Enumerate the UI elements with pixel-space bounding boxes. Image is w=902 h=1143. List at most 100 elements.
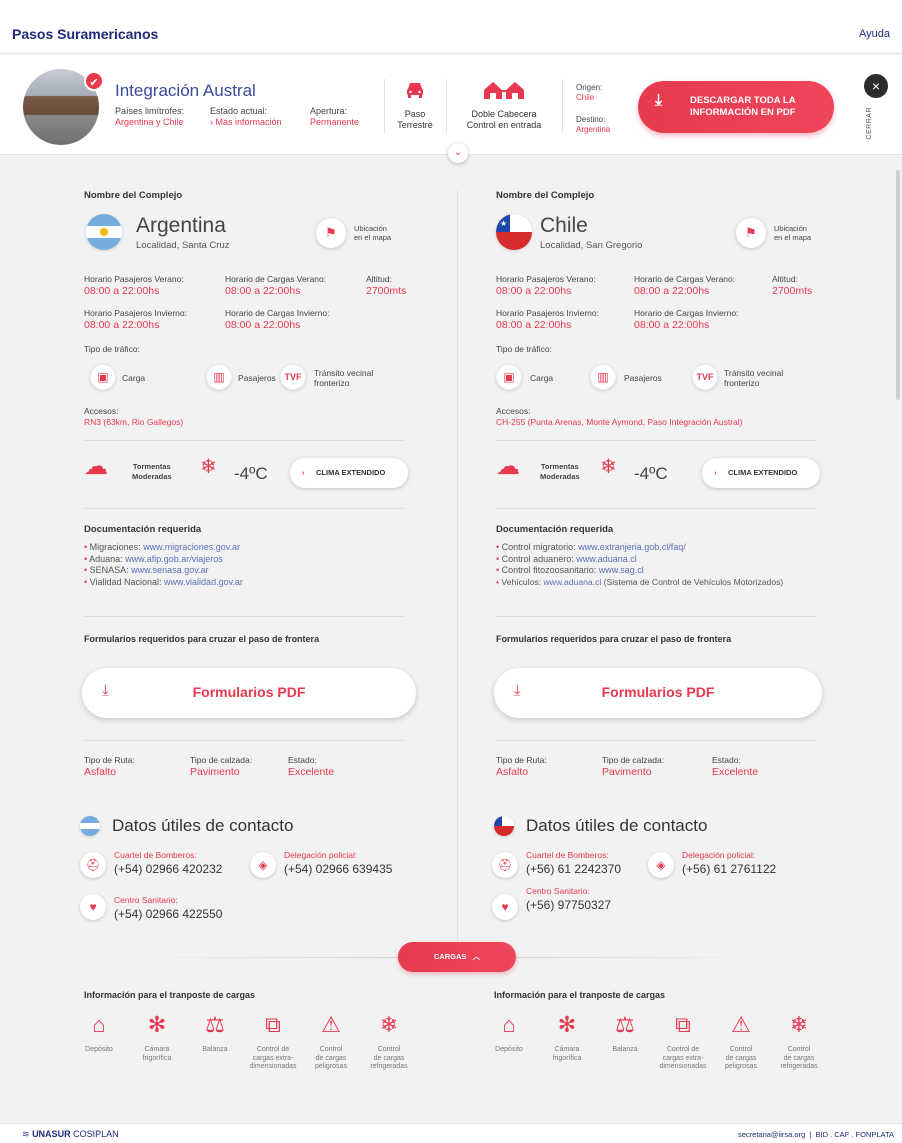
- formularios-pdf-button[interactable]: ⤓ Formularios PDF: [494, 668, 822, 718]
- close-label[interactable]: CERRAR: [866, 107, 873, 140]
- complex-title: Nombre del Complejo: [84, 190, 183, 201]
- cargas-item-label: Control de cargas extra-dimensionadas: [659, 1046, 707, 1070]
- apertura-field: Apertura: Permanente: [310, 106, 359, 128]
- clima-extendido-button[interactable]: › CLIMA EXTENDIDO: [290, 458, 408, 488]
- warehouse-icon: ⌂: [92, 1012, 106, 1037]
- contact-email-link[interactable]: secretaria@iirsa.org: [738, 1130, 805, 1139]
- contact-title: Datos útiles de contacto: [526, 816, 708, 835]
- traffic-title: Tipo de tráfico:: [496, 344, 552, 354]
- list-item: Aduana: www.afip.gob.ar/viajeros: [84, 554, 243, 566]
- bomberos-label: Cuartel de Bomberos:: [526, 850, 609, 860]
- policia-phone[interactable]: (+56) 61 2761122: [682, 862, 776, 876]
- fire-helmet-icon: ⛑: [80, 852, 106, 878]
- cargas-item: ⚠ Control de cargas peligrosas: [304, 1010, 358, 1072]
- cargas-item: ⚠ Control de cargas peligrosas: [714, 1010, 768, 1072]
- double-house-icon: [452, 79, 556, 109]
- formularios-pdf-button[interactable]: ⤓ Formularios PDF: [82, 668, 416, 718]
- doc-link[interactable]: www.afip.gob.ar/viajeros: [125, 554, 223, 564]
- tipo-calzada: Tipo de calzada: Pavimento: [602, 755, 665, 778]
- clima-extendido-button[interactable]: › CLIMA EXTENDIDO: [702, 458, 820, 488]
- download-all-pdf-button[interactable]: ⤓ DESCARGAR TODA LA INFORMACIÓN EN PDF: [638, 81, 834, 133]
- more-info-link[interactable]: › Más información: [210, 117, 282, 128]
- pass-header: ✔ Integración Austral Países limítrofes:…: [0, 55, 902, 163]
- help-link[interactable]: Ayuda: [859, 28, 890, 40]
- origen-value: Chile: [576, 93, 595, 102]
- doble-line1: Doble Cabecera: [471, 109, 537, 119]
- brand-title[interactable]: Pasos Suramericanos: [12, 26, 158, 42]
- chevron-down-icon[interactable]: ⌄: [448, 143, 468, 163]
- doc-link[interactable]: www.senasa.gov.ar: [131, 565, 208, 575]
- cargas-item-label: Cámara frigorífica: [142, 1046, 172, 1062]
- estado-field: Estado actual: › Más información: [210, 106, 282, 128]
- paso-line1: Paso: [404, 109, 426, 119]
- footer-brand[interactable]: ≋ UNASUR COSIPLAN: [22, 1129, 119, 1140]
- bomberos-phone[interactable]: (+54) 02966 420232: [114, 862, 222, 876]
- cargas-item: ⧉ Control de cargas extra-dimensionadas: [656, 1010, 710, 1072]
- map-label[interactable]: Ubicación en el mapa: [354, 224, 391, 242]
- truck-icon: ▣: [496, 364, 522, 390]
- cargas-item-label: Balanza: [612, 1046, 638, 1053]
- hp-invierno: Horario Pasajeros Invierno: 08:00 a 22:00…: [84, 308, 187, 331]
- map-flag-icon[interactable]: ⚑: [736, 218, 766, 248]
- storm-cloud-icon: ☁: [496, 453, 520, 480]
- health-heart-icon: ♥: [492, 894, 518, 920]
- refrigerated-cargo-icon: ❄: [379, 1012, 399, 1037]
- hazard-cargo-icon: ⚠: [731, 1012, 751, 1037]
- snowflake-icon: ✻: [147, 1012, 167, 1037]
- scale-icon: ⚖: [615, 1012, 635, 1037]
- tvf-icon: TVF: [280, 364, 306, 390]
- destino-label: Destino:: [576, 115, 606, 124]
- map-flag-icon[interactable]: ⚑: [316, 218, 346, 248]
- footer-links: secretaria@iirsa.org | BID . CAF . FONPL…: [738, 1130, 894, 1139]
- doc-link[interactable]: www.migraciones.gov.ar: [143, 542, 240, 552]
- docs-title: Documentación requerida: [84, 524, 202, 535]
- map-label[interactable]: Ubicación en el mapa: [774, 224, 811, 242]
- doc-link[interactable]: www.sag.cl: [599, 565, 644, 575]
- traffic-tvf: Tránsito vecinal fronterizo: [724, 368, 784, 388]
- doc-link[interactable]: www.vialidad.gov.ar: [164, 577, 243, 587]
- bomberos-phone[interactable]: (+56) 61 2242370: [526, 862, 621, 876]
- health-heart-icon: ♥: [80, 894, 106, 920]
- locality: Localidad, San Gregorio: [540, 240, 643, 251]
- snowflake-icon: ✻: [557, 1012, 577, 1037]
- paises-value: Argentina y Chile: [115, 117, 184, 127]
- scrollbar[interactable]: [896, 170, 900, 400]
- temperature: -4ºC: [634, 464, 668, 483]
- divider: [84, 616, 404, 617]
- hc-verano: Horario de Cargas Verano: 08:00 a 22:00hs: [634, 274, 736, 297]
- tipo-ruta: Tipo de Ruta: Asfalto: [496, 755, 547, 778]
- policia-phone[interactable]: (+54) 02966 639435: [284, 862, 392, 876]
- traffic-tvf: Tránsito vecinal fronterizo: [314, 368, 374, 388]
- close-icon[interactable]: ×: [864, 74, 888, 98]
- chevron-up-icon: ︿: [472, 952, 481, 961]
- estado-ruta: Estado: Excelente: [288, 755, 335, 778]
- policia-label: Delegación policial:: [284, 850, 358, 860]
- divider: [496, 508, 816, 509]
- more-info-label: Más información: [215, 117, 282, 127]
- cargas-item: ✻ Cámara frigorífica: [130, 1010, 184, 1063]
- hc-verano: Horario de Cargas Verano: 08:00 a 22:00hs: [225, 274, 327, 297]
- divider: [562, 79, 563, 133]
- divider: [84, 508, 404, 509]
- doc-link[interactable]: www.aduana.cl: [576, 554, 637, 564]
- doc-link[interactable]: www.extranjeria.gob.cl/faq/: [578, 542, 686, 552]
- origin-destination: Origen: Chile Destino: Argentina: [576, 83, 610, 135]
- top-bar: Pasos Suramericanos Ayuda: [0, 0, 902, 54]
- tvf-icon: TVF: [692, 364, 718, 390]
- paso-terrestre: Paso Terrestre: [392, 79, 438, 131]
- fire-helmet-icon: ⛑: [492, 852, 518, 878]
- partners-text: BID . CAF . FONPLATA: [815, 1130, 894, 1139]
- list-item: Migraciones: www.migraciones.gov.ar: [84, 542, 243, 554]
- unasur-logo-icon: ≋: [22, 1129, 30, 1139]
- cargas-toggle-button[interactable]: CARGAS ︿: [398, 942, 516, 972]
- chevron-right-icon: ›: [714, 468, 717, 477]
- estado-ruta: Estado: Excelente: [712, 755, 759, 778]
- sanitario-phone[interactable]: (+54) 02966 422550: [114, 907, 222, 921]
- cargas-item: ❄ Control de cargas refrigeradas: [362, 1010, 416, 1072]
- chile-flag-icon: [494, 816, 514, 836]
- docs-list: Migraciones: www.migraciones.gov.ar Adua…: [84, 542, 243, 588]
- check-icon: ✔: [84, 71, 104, 91]
- divider: [84, 740, 404, 741]
- sanitario-phone[interactable]: (+56) 97750327: [526, 898, 611, 912]
- doc-link[interactable]: www.aduana.cl: [543, 577, 601, 587]
